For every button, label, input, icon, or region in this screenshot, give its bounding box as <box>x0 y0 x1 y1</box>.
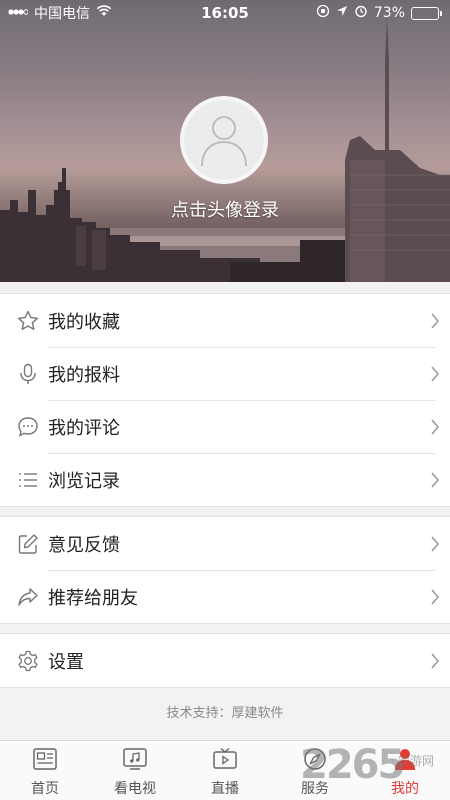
status-time: 16:05 <box>201 4 249 22</box>
tab-live[interactable]: 直播 <box>180 741 270 800</box>
login-prompt[interactable]: 点击头像登录 <box>0 196 450 222</box>
tab-watch-tv[interactable]: 看电视 <box>90 741 180 800</box>
live-tv-icon <box>212 747 238 775</box>
menu-item-label: 推荐给朋友 <box>48 587 138 609</box>
watermark-logo: 2265 <box>300 742 405 788</box>
chevron-right-icon <box>420 535 450 553</box>
menu-item-feedback[interactable]: 意见反馈 <box>0 517 450 570</box>
chevron-right-icon <box>420 471 450 489</box>
menu-item-settings[interactable]: 设置 <box>0 634 450 687</box>
news-icon <box>32 747 58 775</box>
star-icon <box>0 294 48 347</box>
comment-icon <box>0 400 48 453</box>
tab-label: 首页 <box>31 781 59 797</box>
profile-header: 中国电信 16:05 73% 点击头像登录 <box>0 0 450 282</box>
battery-icon <box>411 6 442 20</box>
chevron-right-icon <box>420 652 450 670</box>
menu-group-personal: 我的收藏 我的报料 我的评论 浏览记录 <box>0 293 450 507</box>
status-right: 73% <box>292 4 442 22</box>
menu-item-label: 设置 <box>48 651 84 673</box>
tab-label: 看电视 <box>114 781 156 797</box>
menu-item-label: 意见反馈 <box>48 534 120 556</box>
menu-item-history[interactable]: 浏览记录 <box>0 453 450 506</box>
menu-item-label: 浏览记录 <box>48 470 120 492</box>
status-left: 中国电信 <box>8 3 158 23</box>
tab-home[interactable]: 首页 <box>0 741 90 800</box>
tv-music-icon <box>122 747 148 775</box>
menu-item-favorites[interactable]: 我的收藏 <box>0 294 450 347</box>
menu-item-comments[interactable]: 我的评论 <box>0 400 450 453</box>
orientation-lock-icon <box>316 4 330 22</box>
tech-support-note: 技术支持：厚建软件 <box>166 706 284 721</box>
status-bar: 中国电信 16:05 73% <box>0 0 450 26</box>
carrier-name: 中国电信 <box>34 6 90 22</box>
list-icon <box>0 453 48 506</box>
menu-item-label: 我的评论 <box>48 417 120 439</box>
alarm-icon <box>354 4 368 22</box>
tab-label: 直播 <box>211 781 239 797</box>
menu-item-label: 我的收藏 <box>48 311 120 333</box>
gear-icon <box>0 634 48 687</box>
share-icon <box>0 570 48 623</box>
microphone-icon <box>0 347 48 400</box>
chevron-right-icon <box>420 312 450 330</box>
chevron-right-icon <box>420 588 450 606</box>
battery-percent: 73% <box>373 5 405 21</box>
chevron-right-icon <box>420 365 450 383</box>
signal-icon <box>8 5 29 21</box>
user-silhouette-icon <box>201 116 247 167</box>
chevron-right-icon <box>420 418 450 436</box>
menu-item-reports[interactable]: 我的报料 <box>0 347 450 400</box>
menu-group-settings: 设置 <box>0 633 450 688</box>
avatar[interactable] <box>180 96 268 184</box>
menu-group-feedback: 意见反馈 推荐给朋友 <box>0 516 450 624</box>
watermark-sub: 安游网 <box>398 754 435 768</box>
wifi-icon <box>96 5 112 21</box>
edit-icon <box>0 517 48 570</box>
menu-item-recommend[interactable]: 推荐给朋友 <box>0 570 450 623</box>
location-icon <box>336 5 348 21</box>
menu-item-label: 我的报料 <box>48 364 120 386</box>
